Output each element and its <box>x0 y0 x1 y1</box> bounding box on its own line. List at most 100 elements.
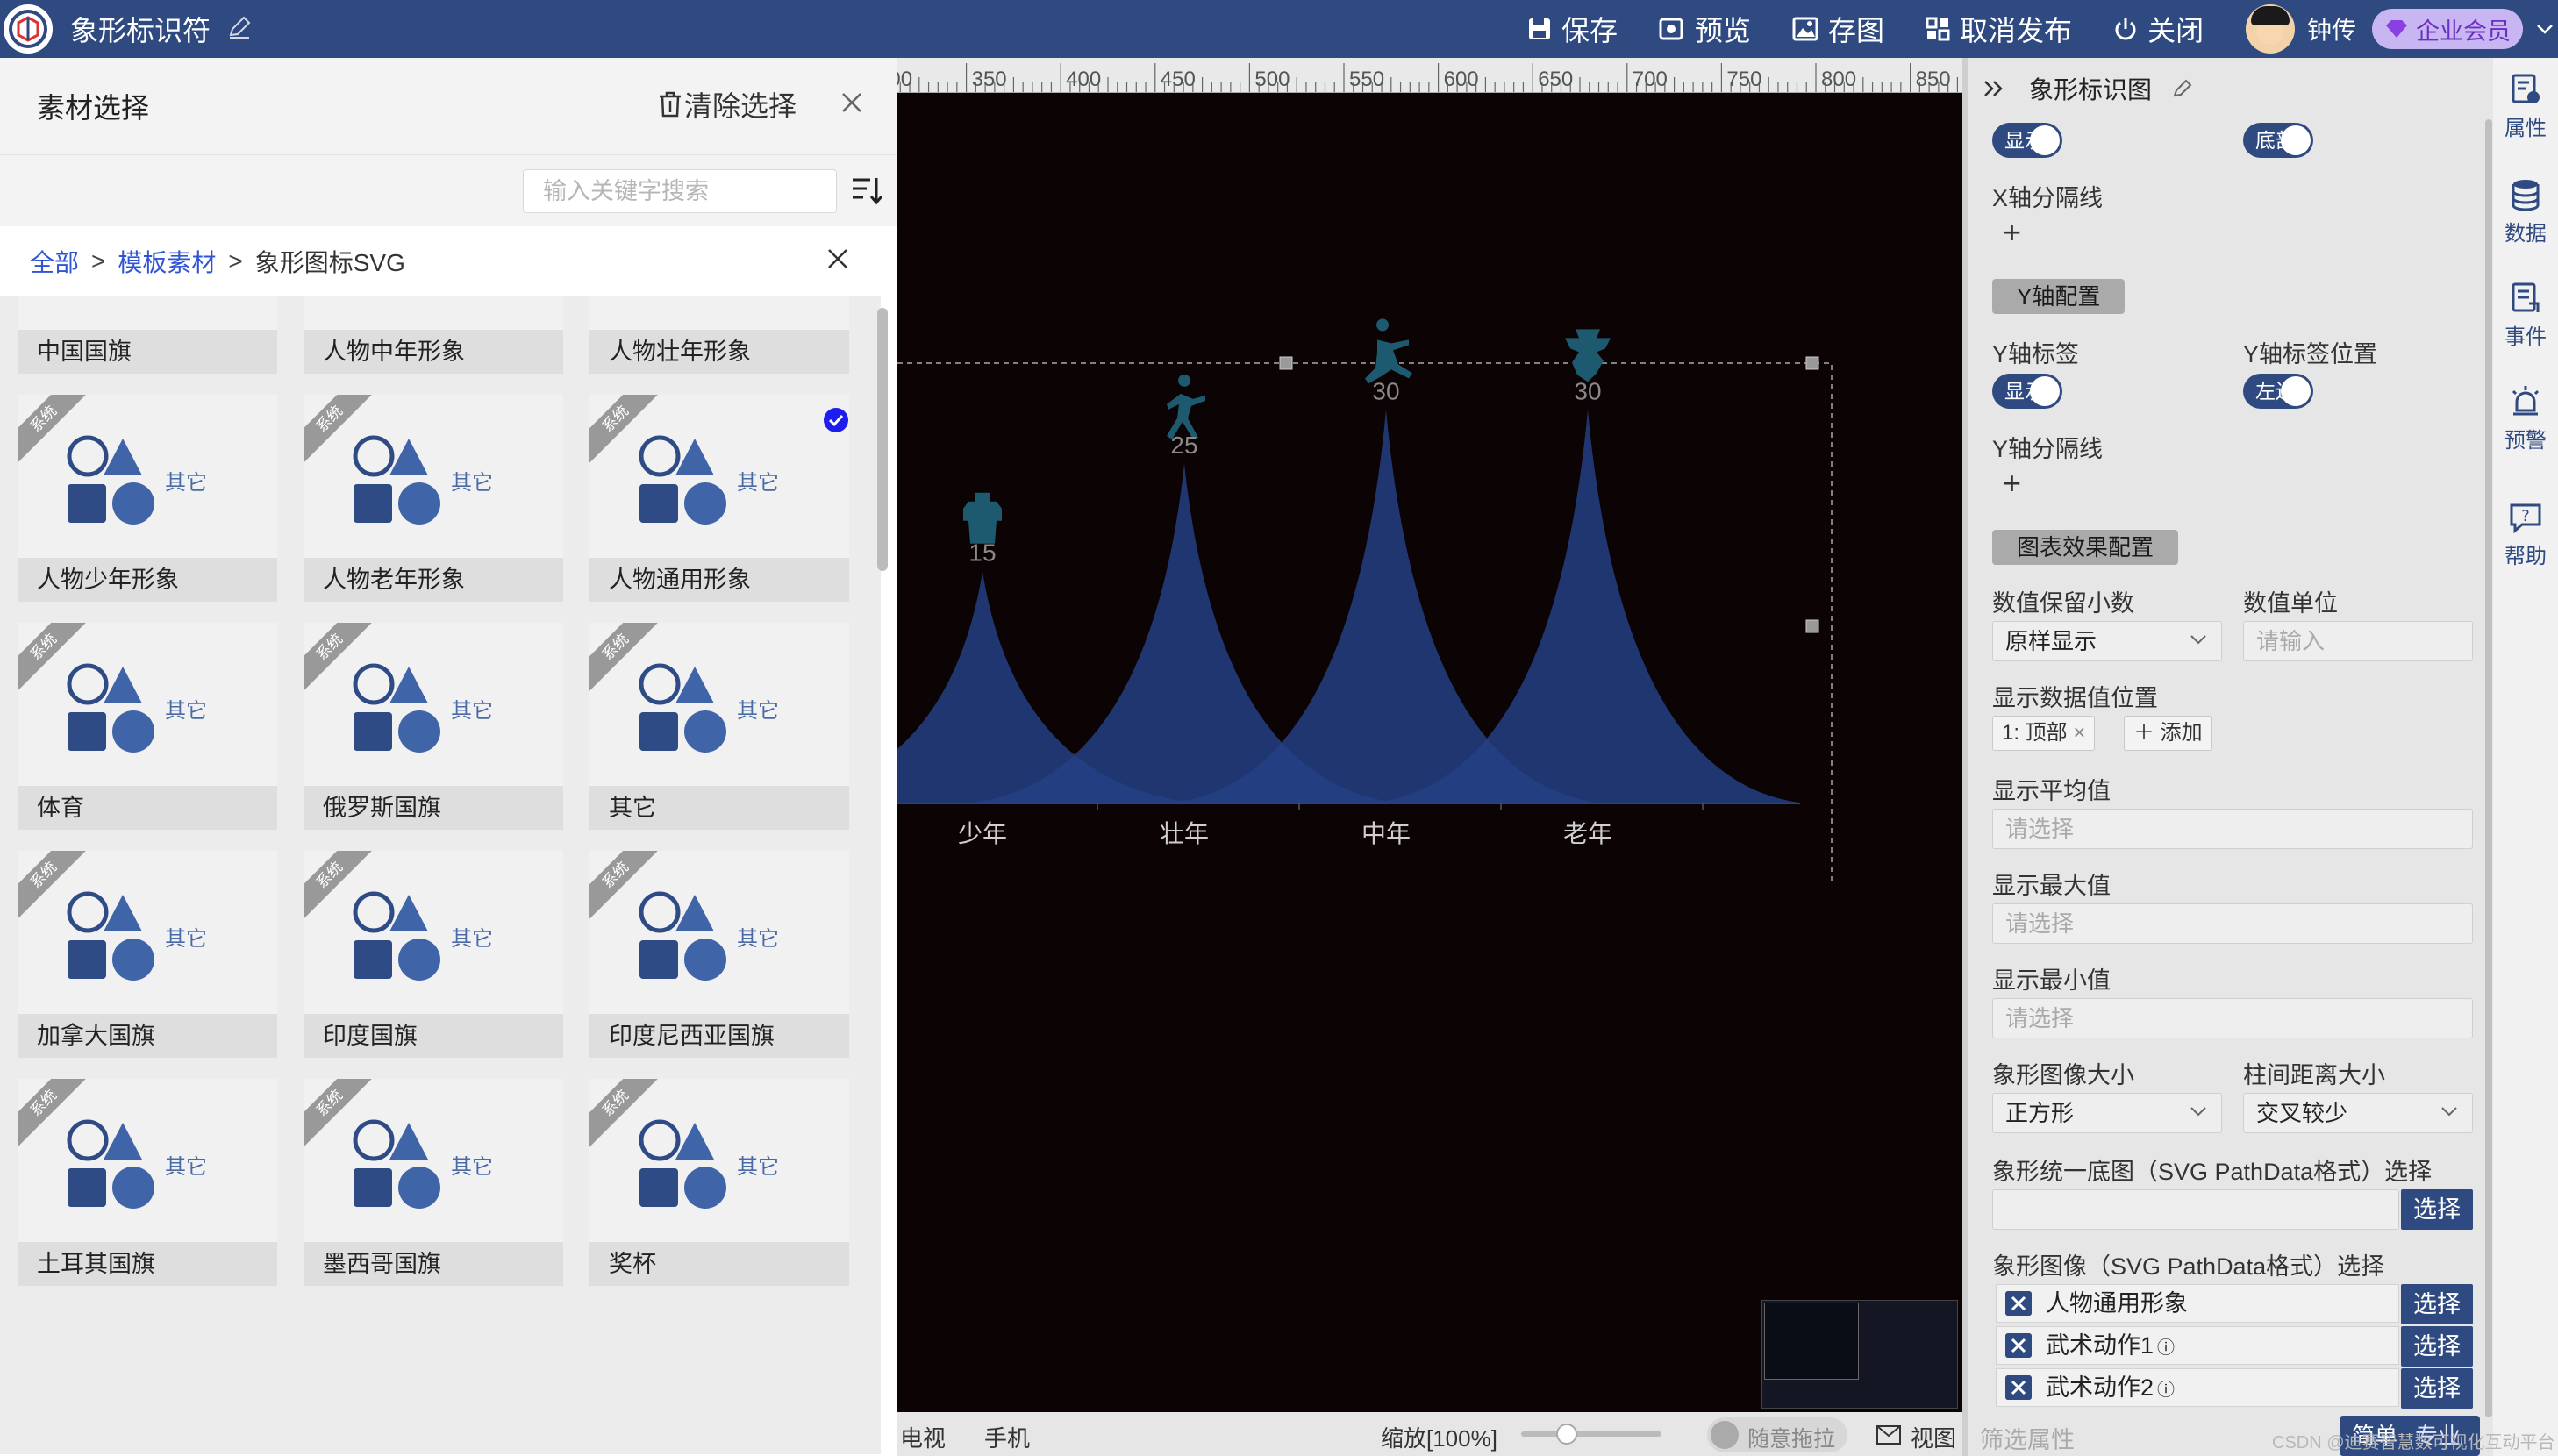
img-list-label: 象形图像（SVG PathData格式）选择 <box>1992 1253 2385 1280</box>
zoom-slider-handle[interactable] <box>1556 1424 1577 1445</box>
zoom-slider[interactable] <box>1521 1424 1661 1445</box>
add-label-pos-button[interactable]: ＋ 添加 <box>2124 716 2212 751</box>
snapshot-button[interactable]: 存图 <box>1791 9 1884 49</box>
material-card-label: 人物少年形象 <box>18 558 277 602</box>
properties-scrollbar[interactable] <box>2485 119 2492 1417</box>
material-scrollbar[interactable] <box>877 308 888 571</box>
avatar[interactable] <box>2246 4 2295 54</box>
decimals-select[interactable]: 原样显示 <box>1992 621 2222 661</box>
material-card-label: 中国国旗 <box>18 330 277 374</box>
y-label-side-toggle[interactable]: 左边 <box>2243 374 2313 409</box>
material-card[interactable]: 系统 其它 墨西哥国旗 <box>304 1079 563 1286</box>
vip-badge[interactable]: 企业会员 <box>2372 9 2524 49</box>
events-tab[interactable]: 事件 <box>2493 281 2558 350</box>
free-drag-label: 随意拖拉 <box>1747 1427 1836 1452</box>
material-card[interactable]: 系统 其它 印度尼西亚国旗 <box>589 851 849 1058</box>
trash-icon <box>660 91 681 118</box>
material-card[interactable]: 系统 其它 俄罗斯国旗 <box>304 623 563 830</box>
symbol-image-select-button[interactable]: 选择 <box>2401 1326 2473 1367</box>
min-select[interactable]: 请选择 <box>1992 998 2473 1038</box>
help-tab[interactable]: ? 帮助 <box>2493 500 2558 569</box>
alerts-tab[interactable]: 预警 <box>2493 384 2558 453</box>
save-button[interactable]: 保存 <box>1526 9 1618 49</box>
design-canvas[interactable]: 300350400450500550600650700750800850900 … <box>897 58 1962 1456</box>
x-axis-show-toggle[interactable]: 显示 <box>1992 123 2062 158</box>
symbol-size-select[interactable]: 正方形 <box>1992 1093 2222 1133</box>
breadcrumb-template[interactable]: 模板素材 <box>118 244 216 279</box>
free-drag-toggle[interactable]: 随意拖拉 <box>1707 1417 1847 1452</box>
view-label[interactable]: 视图 <box>1911 1421 1956 1453</box>
material-card[interactable]: 系统其它人物壮年形象 <box>589 296 849 374</box>
diamond-icon <box>2386 20 2408 38</box>
remove-icon[interactable] <box>2005 1291 2032 1316</box>
attributes-tab[interactable]: 属性 <box>2493 72 2558 141</box>
bar-gap-select[interactable]: 交叉较少 <box>2243 1093 2473 1133</box>
effect-section[interactable]: 图表效果配置 <box>1992 530 2179 565</box>
add-y-split-button[interactable]: + <box>2003 465 2021 502</box>
symbol-image-select-button[interactable]: 选择 <box>2401 1284 2473 1324</box>
add-label: 添加 <box>2160 721 2203 745</box>
y-label-pos-label: Y轴标签位置 <box>2243 341 2378 368</box>
user-menu[interactable]: 钟传 企业会员 <box>2246 4 2554 54</box>
y-label-show-toggle[interactable]: 显示 <box>1992 374 2062 409</box>
material-card[interactable]: 系统 其它 人物老年形象 <box>304 395 563 602</box>
chevron-down-icon[interactable] <box>2535 22 2554 36</box>
data-label: 数据 <box>2504 222 2547 246</box>
material-card[interactable]: 系统其它中国国旗 <box>18 296 277 374</box>
base-img-input[interactable] <box>1992 1189 2399 1230</box>
material-card[interactable]: 系统 其它 加拿大国旗 <box>18 851 277 1058</box>
ruler-tick-label: 350 <box>972 68 1007 91</box>
label-pos-label: 显示数据值位置 <box>1992 685 2158 711</box>
unpublish-button[interactable]: 取消发布 <box>1925 9 2072 49</box>
chart-category-label: 壮年 <box>1160 820 1209 847</box>
x-axis-position-toggle[interactable]: 底部 <box>2243 123 2313 158</box>
material-card[interactable]: 系统 其它 体育 <box>18 623 277 830</box>
tag-close-icon[interactable]: × <box>2073 721 2085 745</box>
material-card[interactable]: 系统 其它 奖杯 <box>589 1079 849 1286</box>
edit-icon[interactable] <box>2171 77 2194 100</box>
material-card[interactable]: 系统其它人物中年形象 <box>304 296 563 374</box>
pictorial-chart[interactable]: 15 少年 25 壮年 30 中年 30 老年 <box>897 93 1962 882</box>
symbol-image-select-button[interactable]: 选择 <box>2401 1368 2473 1409</box>
remove-icon[interactable] <box>2005 1333 2032 1358</box>
data-tab[interactable]: 数据 <box>2493 177 2558 246</box>
minimap-viewport[interactable] <box>1764 1303 1859 1380</box>
close-button[interactable]: 关闭 <box>2112 9 2204 49</box>
preview-button[interactable]: 预览 <box>1658 9 1751 49</box>
remove-icon[interactable] <box>2005 1375 2032 1400</box>
sort-icon[interactable] <box>849 173 884 208</box>
x-split-label: X轴分隔线 <box>1992 185 2104 211</box>
filter-label[interactable]: 筛选属性 <box>1980 1421 2075 1455</box>
base-img-select-button[interactable]: 选择 <box>2401 1189 2473 1230</box>
breadcrumb: 全部 > 模板素材 > 象形图标SVG <box>0 226 897 296</box>
resize-handle <box>1805 356 1819 370</box>
label-pos-tag[interactable]: 1: 顶部 × <box>1992 716 2096 751</box>
close-icon[interactable] <box>825 246 851 272</box>
clear-selection-button[interactable]: 清除选择 <box>656 84 797 125</box>
tv-view-tab[interactable]: 电视 <box>900 1421 946 1453</box>
material-card[interactable]: 系统 其它 人物少年形象 <box>18 395 277 602</box>
symbol-image-row: 武术动作1 ⓘ <box>1996 1326 2399 1365</box>
phone-view-tab[interactable]: 手机 <box>984 1421 1030 1453</box>
shapes-icon <box>304 296 563 330</box>
minimap[interactable] <box>1761 1300 1958 1409</box>
max-select[interactable]: 请选择 <box>1992 903 2473 944</box>
alerts-label: 预警 <box>2504 429 2547 453</box>
close-icon[interactable] <box>839 89 865 116</box>
avg-select[interactable]: 请选择 <box>1992 809 2473 849</box>
material-card-label: 加拿大国旗 <box>18 1014 277 1058</box>
search-input[interactable] <box>523 169 837 213</box>
breadcrumb-all[interactable]: 全部 <box>30 244 79 279</box>
material-card[interactable]: 系统 其它 其它 <box>589 623 849 830</box>
y-axis-section[interactable]: Y轴配置 <box>1992 279 2126 314</box>
material-card[interactable]: 系统 其它 印度国旗 <box>304 851 563 1058</box>
material-card[interactable]: 系统 其它 土耳其国旗 <box>18 1079 277 1286</box>
unit-input[interactable]: 请输入 <box>2243 621 2473 661</box>
add-x-split-button[interactable]: + <box>2003 214 2021 251</box>
collapse-icon[interactable] <box>1982 76 2006 101</box>
edit-title-icon[interactable] <box>226 14 253 45</box>
min-label: 显示最小值 <box>1992 967 2111 994</box>
material-card[interactable]: 系统 其它 人物通用形象 <box>589 395 849 602</box>
help-label: 帮助 <box>2504 545 2547 568</box>
watermark: CSDN @迪赛智慧数可视化互动平台 <box>2272 1433 2555 1452</box>
